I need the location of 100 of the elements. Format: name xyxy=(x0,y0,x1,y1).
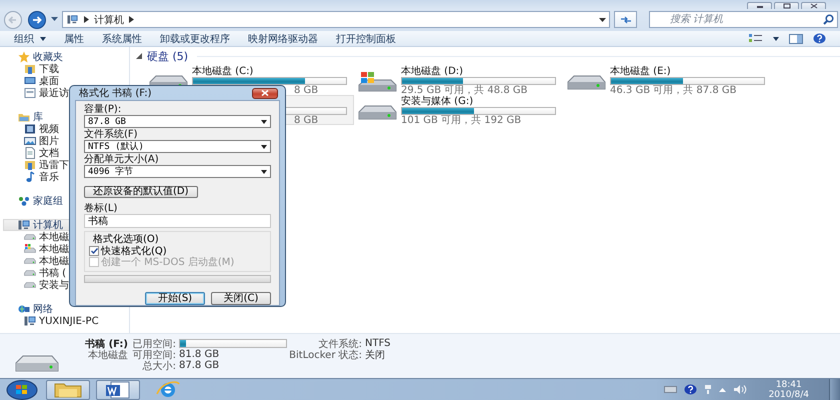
check-icon xyxy=(90,248,98,254)
field-label: 已用空间: xyxy=(132,338,176,350)
collapse-icon[interactable] xyxy=(136,53,142,60)
caret-icon xyxy=(261,170,267,174)
picture-icon xyxy=(24,135,36,148)
nav-item[interactable]: 书稿 ( xyxy=(0,267,68,280)
nav-item[interactable]: 音乐 xyxy=(0,171,61,184)
breadcrumb[interactable]: 计算机 xyxy=(94,12,124,27)
restore-button[interactable] xyxy=(774,2,799,9)
drive-name: 本地磁盘 (E:) xyxy=(610,66,671,78)
search-field[interactable]: 搜索 计算机 xyxy=(649,11,838,28)
nav-item[interactable]: 文档 xyxy=(0,147,61,160)
caret-icon[interactable] xyxy=(773,36,779,41)
caret-icon xyxy=(261,120,267,124)
taskbar-button[interactable] xyxy=(96,380,140,400)
drive-item[interactable]: 本地磁盘 (E:) 46.3 GB 可用，共 87.8 GB xyxy=(563,65,772,96)
help-icon[interactable] xyxy=(684,384,697,395)
drive-type: 本地磁盘 xyxy=(88,348,128,362)
minimize-button[interactable] xyxy=(747,2,772,9)
drive-icon xyxy=(14,355,60,372)
toolbar-button[interactable]: 属性 xyxy=(56,31,94,46)
star-icon xyxy=(18,51,30,64)
drive-name: 本地磁盘 (C:) xyxy=(192,66,254,78)
group-title: 格式化选项(O) xyxy=(93,234,160,246)
restore-defaults-button[interactable]: 还原设备的默认值(D) xyxy=(84,186,198,198)
nav-item[interactable]: 家庭组 xyxy=(0,195,65,208)
nav-item[interactable]: 本地磁 xyxy=(0,255,71,268)
forward-button[interactable] xyxy=(27,10,47,29)
window-icon xyxy=(24,87,36,100)
dropdown[interactable]: 87.8 GB xyxy=(84,115,271,128)
drive-icon xyxy=(357,105,397,120)
drive-caption: 8 GB xyxy=(294,85,318,96)
toolbar-button[interactable]: 打开控制面板 xyxy=(328,31,406,46)
nav-item[interactable]: 下载 xyxy=(0,63,61,76)
film-icon xyxy=(24,123,36,136)
checkbox[interactable]: 快速格式化(Q) xyxy=(89,246,266,256)
dialog-title: 格式化 书稿 (F:) xyxy=(79,86,152,100)
nav-item[interactable]: 收藏夹 xyxy=(0,51,65,64)
chevron-icon xyxy=(84,16,89,24)
close-icon xyxy=(261,90,269,96)
caret-icon xyxy=(40,36,46,41)
drive-caption: 101 GB 可用，共 192 GB xyxy=(401,115,522,126)
close-button[interactable] xyxy=(252,88,278,98)
nav-item[interactable]: 视频 xyxy=(0,123,61,136)
caret-icon[interactable] xyxy=(599,18,606,22)
toolbar-button[interactable]: 系统属性 xyxy=(94,31,152,46)
nav-item[interactable]: 迅雷下 xyxy=(0,159,71,172)
taskbar-button[interactable] xyxy=(46,380,90,400)
close-icon xyxy=(808,2,818,9)
folder-icon xyxy=(24,159,36,172)
computer-icon xyxy=(24,315,36,328)
chevron-icon xyxy=(129,16,134,24)
dropdown[interactable]: 4096 字节 xyxy=(84,165,271,178)
nav-item[interactable]: YUXINJIE-PC xyxy=(0,315,101,328)
nav-item[interactable]: 最近访 xyxy=(0,87,71,100)
field-value: NTFS xyxy=(365,338,392,350)
start-button[interactable] xyxy=(4,380,40,400)
volume-icon[interactable] xyxy=(732,384,747,395)
refresh-icon xyxy=(620,16,632,24)
nav-item[interactable]: 本地磁 xyxy=(0,231,71,244)
drive-caption: 46.3 GB 可用，共 87.8 GB xyxy=(610,85,736,96)
caret-icon[interactable] xyxy=(51,17,58,22)
drive-item[interactable]: 本地磁盘 (D:) 29.5 GB 可用，共 48.8 GB xyxy=(354,65,563,96)
clock-date: 2010/8/4 xyxy=(768,390,809,400)
dropdown[interactable]: NTFS (默认) xyxy=(84,140,271,153)
toolbar-button[interactable]: 映射网络驱动器 xyxy=(240,31,328,46)
preview-pane-icon[interactable] xyxy=(789,34,803,44)
nav-item[interactable]: 网络 xyxy=(0,303,55,316)
nav-item[interactable]: 桌面 xyxy=(0,75,61,88)
help-icon[interactable] xyxy=(813,33,826,44)
dialog-button[interactable]: 开始(S) xyxy=(145,292,205,305)
field-value: 87.8 GB xyxy=(179,360,220,372)
caret-up-icon[interactable] xyxy=(718,388,726,392)
computer-icon xyxy=(18,219,30,232)
view-options-icon[interactable] xyxy=(749,34,763,44)
field-label: 总大小: xyxy=(142,360,176,373)
drive-icon xyxy=(566,75,606,90)
drive-caption: 8 GB xyxy=(294,115,318,126)
field-label: 卷标(L) xyxy=(84,203,118,214)
toolbar-button[interactable]: 卸载或更改程序 xyxy=(152,31,240,46)
folder-icon xyxy=(24,63,36,76)
windows-drive-icon xyxy=(24,243,36,256)
keyboard-icon[interactable] xyxy=(664,386,677,393)
address-field[interactable]: 计算机 xyxy=(62,11,610,28)
drive-caption: 29.5 GB 可用，共 48.8 GB xyxy=(401,85,528,96)
nav-item[interactable]: 库 xyxy=(0,111,45,124)
dialog-button[interactable]: 关闭(C) xyxy=(211,292,271,305)
volume-label-field[interactable]: 书稿 xyxy=(84,214,271,228)
nav-item[interactable]: 本地磁 xyxy=(0,243,71,256)
nav-item[interactable]: 图片 xyxy=(0,135,61,148)
music-note-icon xyxy=(24,171,36,184)
drive-item[interactable]: 安装与媒体 (G:) 101 GB 可用，共 192 GB xyxy=(354,95,563,126)
field-label: 文件系统: xyxy=(318,338,362,350)
field-value: 关闭 xyxy=(365,348,386,362)
refresh-button[interactable] xyxy=(614,11,637,28)
field-label: 可用空间: xyxy=(132,348,176,361)
close-button[interactable] xyxy=(801,2,826,9)
toolbar-button[interactable]: 组织 xyxy=(6,31,56,46)
nav-item[interactable]: 安装与 xyxy=(0,279,71,292)
drive-name: 书稿 (F:) xyxy=(85,338,128,350)
